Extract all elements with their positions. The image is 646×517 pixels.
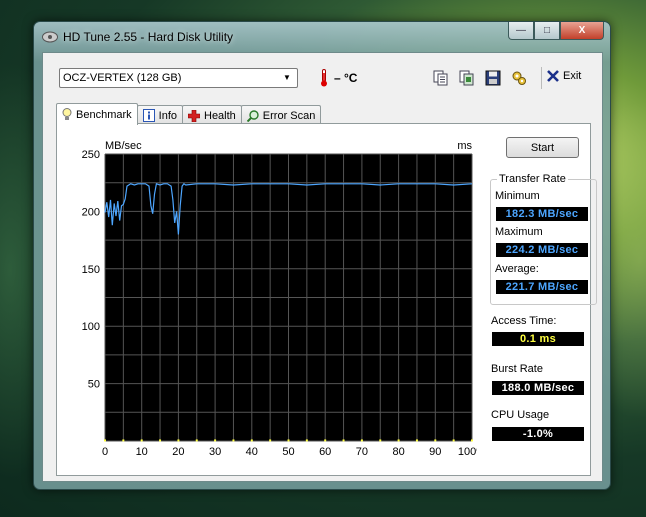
error-scan-icon	[246, 109, 259, 122]
access-time-point	[360, 439, 363, 442]
exit-label: Exit	[563, 70, 582, 82]
x-tick-label: 70	[356, 446, 368, 458]
x-tick-label: 60	[319, 446, 331, 458]
x-tick-label: 90	[429, 446, 441, 458]
access-time-point	[434, 439, 437, 442]
minimum-value: 182.3 MB/sec	[496, 207, 588, 221]
temperature-display: – °C	[320, 69, 357, 87]
save-icon[interactable]	[484, 69, 502, 87]
hdtune-app-icon	[42, 31, 58, 43]
toolbar-separator	[541, 67, 542, 89]
health-icon	[188, 109, 200, 122]
benchmark-panel: MB/secms25020015010050504030201001020304…	[56, 123, 597, 476]
chevron-down-icon[interactable]: ▼	[280, 72, 294, 84]
y-tick-label-left: 200	[82, 206, 100, 218]
drive-select-value: OCZ-VERTEX (128 GB)	[63, 72, 182, 84]
average-value: 221.7 MB/sec	[496, 280, 588, 294]
toolbar-icons	[432, 69, 528, 87]
x-tick-label: 80	[392, 446, 404, 458]
tab-health[interactable]: Health	[182, 105, 242, 125]
temperature-value: – °C	[334, 71, 358, 85]
cpu-usage-value: -1.0%	[492, 427, 584, 441]
burst-rate-label: Burst Rate	[491, 363, 543, 375]
access-time-point	[269, 439, 272, 442]
client-area: OCZ-VERTEX (128 GB) ▼ – °C Exit Benchmar…	[42, 52, 603, 482]
access-time-point	[214, 439, 217, 442]
tab-label: Error Scan	[262, 109, 316, 122]
access-time-point	[232, 439, 235, 442]
tab-label: Info	[158, 109, 177, 122]
access-time-point	[305, 439, 308, 442]
access-time-point	[104, 439, 106, 442]
copy-text-icon[interactable]	[432, 69, 450, 87]
x-tick-label: 20	[172, 446, 184, 458]
window-title: HD Tune 2.55 - Hard Disk Utility	[63, 30, 234, 44]
tab-label: Benchmark	[76, 108, 132, 121]
cpu-usage-label: CPU Usage	[491, 409, 550, 421]
start-button[interactable]: Start	[506, 137, 579, 158]
exit-button[interactable]: Exit	[547, 70, 581, 82]
access-time-point	[287, 439, 290, 442]
access-time-value: 0.1 ms	[492, 332, 584, 346]
x-tick-label: 40	[246, 446, 258, 458]
x-tick-label: 30	[209, 446, 221, 458]
access-time-point	[342, 439, 345, 442]
access-time-point	[159, 439, 162, 442]
transfer-rate-group: Transfer Rate Minimum 182.3 MB/sec Maxim…	[490, 173, 597, 305]
access-time-point	[122, 439, 125, 442]
access-time-point	[250, 439, 253, 442]
thermometer-icon	[321, 69, 327, 87]
y-axis-unit-left: MB/sec	[105, 140, 142, 152]
options-icon[interactable]	[510, 69, 528, 87]
x-tick-label: 100%	[458, 446, 477, 458]
window-controls: — □ X	[508, 22, 604, 40]
tab-error-scan[interactable]: Error Scan	[240, 105, 322, 125]
x-tick-label: 50	[282, 446, 294, 458]
benchmark-icon	[62, 108, 72, 120]
copy-screenshot-icon[interactable]	[458, 69, 476, 87]
x-tick-label: 10	[136, 446, 148, 458]
y-axis-unit-right: ms	[457, 140, 472, 152]
drive-select[interactable]: OCZ-VERTEX (128 GB) ▼	[59, 68, 298, 88]
y-tick-label-left: 150	[82, 264, 100, 276]
access-time-point	[397, 439, 400, 442]
tab-strip: Benchmark Info Health Error Scan	[56, 103, 322, 125]
y-tick-label-left: 100	[82, 321, 100, 333]
maximum-label: Maximum	[495, 226, 543, 238]
benchmark-chart: MB/secms25020015010050504030201001020304…	[82, 140, 477, 458]
x-tick-label: 0	[102, 446, 108, 458]
access-time-point	[324, 439, 327, 442]
access-time-label: Access Time:	[491, 315, 557, 327]
access-time-point	[471, 439, 473, 442]
y-tick-label-left: 50	[88, 379, 100, 391]
minimum-label: Minimum	[495, 190, 540, 202]
transfer-rate-title: Transfer Rate	[497, 173, 568, 185]
access-time-point	[415, 439, 418, 442]
maximum-value: 224.2 MB/sec	[496, 243, 588, 257]
maximize-button[interactable]: □	[534, 22, 560, 40]
access-time-point	[195, 439, 198, 442]
tab-info[interactable]: Info	[136, 105, 183, 125]
info-icon	[142, 109, 155, 122]
title-bar[interactable]: HD Tune 2.55 - Hard Disk Utility — □ X	[34, 22, 610, 52]
y-tick-label-left: 250	[82, 149, 100, 161]
access-time-point	[140, 439, 143, 442]
tab-benchmark[interactable]: Benchmark	[56, 103, 138, 125]
close-button[interactable]: X	[560, 22, 604, 40]
tab-label: Health	[204, 109, 236, 122]
access-time-point	[379, 439, 382, 442]
burst-rate-value: 188.0 MB/sec	[492, 381, 584, 395]
minimize-button[interactable]: —	[508, 22, 534, 40]
start-label: Start	[530, 141, 555, 154]
app-window: HD Tune 2.55 - Hard Disk Utility — □ X O…	[33, 21, 611, 490]
exit-icon	[547, 70, 559, 82]
access-time-point	[177, 439, 180, 442]
access-time-point	[452, 439, 455, 442]
average-label: Average:	[495, 263, 539, 275]
